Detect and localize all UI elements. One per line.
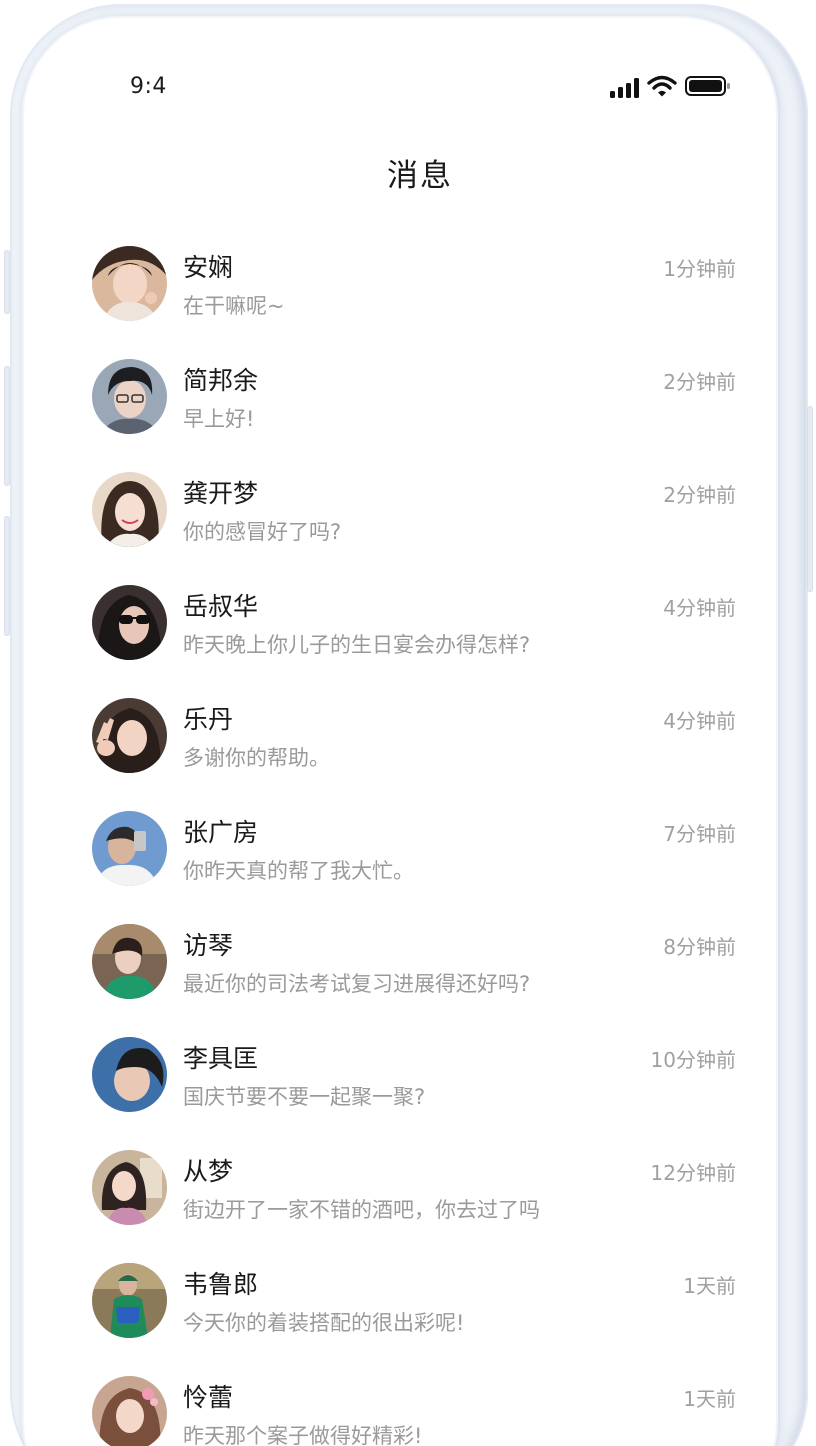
contact-name: 从梦 bbox=[183, 1157, 234, 1186]
contact-name: 龚开梦 bbox=[183, 479, 259, 508]
list-item[interactable]: 简邦余 早上好! 2分钟前 bbox=[58, 358, 782, 471]
list-item[interactable]: 怜蕾 昨天那个案子做得好精彩! 1天前 bbox=[58, 1375, 782, 1446]
list-item[interactable]: 韦鲁郎 今天你的着装搭配的很出彩呢! 1天前 bbox=[58, 1262, 782, 1375]
list-item[interactable]: 访琴 最近你的司法考试复习进展得还好吗? 8分钟前 bbox=[58, 923, 782, 1036]
list-item[interactable]: 龚开梦 你的感冒好了吗? 2分钟前 bbox=[58, 471, 782, 584]
message-time: 12分钟前 bbox=[650, 1161, 736, 1185]
app-screen: 9:4 消息 安娴 在干嘛呢~ 1分钟前 简邦余 早上好! 2分钟前 龚开梦 你… bbox=[0, 0, 816, 1446]
contact-name: 李具匡 bbox=[183, 1044, 259, 1073]
message-preview: 国庆节要不要一起聚一聚? bbox=[183, 1085, 426, 1109]
list-item[interactable]: 从梦 街边开了一家不错的酒吧，你去过了吗 12分钟前 bbox=[58, 1149, 782, 1262]
contact-name: 乐丹 bbox=[183, 705, 234, 734]
message-preview: 街边开了一家不错的酒吧，你去过了吗 bbox=[183, 1198, 540, 1222]
wifi-icon bbox=[647, 75, 677, 101]
message-time: 2分钟前 bbox=[663, 483, 736, 507]
screen: 9:4 消息 安娴 在干嘛呢~ 1分钟前 简邦余 早上好! 2分钟前 龚开梦 你… bbox=[58, 34, 782, 1446]
contact-name: 岳叔华 bbox=[183, 592, 259, 621]
page-title: 消息 bbox=[387, 158, 453, 194]
avatar[interactable] bbox=[92, 246, 167, 321]
list-item[interactable]: 乐丹 多谢你的帮助。 4分钟前 bbox=[58, 697, 782, 810]
status-icons bbox=[610, 75, 731, 101]
message-preview: 今天你的着装搭配的很出彩呢! bbox=[183, 1311, 465, 1335]
message-preview: 早上好! bbox=[183, 407, 255, 431]
message-list[interactable]: 安娴 在干嘛呢~ 1分钟前 简邦余 早上好! 2分钟前 龚开梦 你的感冒好了吗?… bbox=[58, 245, 782, 1446]
list-item[interactable]: 李具匡 国庆节要不要一起聚一聚? 10分钟前 bbox=[58, 1036, 782, 1149]
contact-name: 安娴 bbox=[183, 253, 234, 282]
list-item[interactable]: 岳叔华 昨天晚上你儿子的生日宴会办得怎样? 4分钟前 bbox=[58, 584, 782, 697]
phone-side-button bbox=[4, 250, 10, 314]
contact-name: 张广房 bbox=[183, 818, 259, 847]
message-time: 7分钟前 bbox=[663, 822, 736, 846]
avatar[interactable] bbox=[92, 698, 167, 773]
contact-name: 怜蕾 bbox=[183, 1383, 234, 1412]
phone-side-button bbox=[4, 366, 10, 486]
message-time: 8分钟前 bbox=[663, 935, 736, 959]
message-preview: 昨天晚上你儿子的生日宴会办得怎样? bbox=[183, 633, 531, 657]
avatar[interactable] bbox=[92, 1263, 167, 1338]
avatar[interactable] bbox=[92, 359, 167, 434]
avatar[interactable] bbox=[92, 585, 167, 660]
message-time: 1天前 bbox=[683, 1387, 736, 1411]
message-preview: 昨天那个案子做得好精彩! bbox=[183, 1424, 423, 1446]
message-preview: 你昨天真的帮了我大忙。 bbox=[183, 859, 414, 883]
avatar[interactable] bbox=[92, 924, 167, 999]
message-time: 1天前 bbox=[683, 1274, 736, 1298]
avatar[interactable] bbox=[92, 1037, 167, 1112]
avatar[interactable] bbox=[92, 1150, 167, 1225]
contact-name: 简邦余 bbox=[183, 366, 259, 395]
battery-icon bbox=[685, 75, 731, 101]
message-time: 4分钟前 bbox=[663, 596, 736, 620]
status-time: 9:4 bbox=[130, 74, 167, 99]
signal-icon bbox=[610, 78, 639, 98]
phone-side-button bbox=[807, 406, 813, 592]
message-time: 10分钟前 bbox=[650, 1048, 736, 1072]
contact-name: 韦鲁郎 bbox=[183, 1270, 259, 1299]
message-preview: 你的感冒好了吗? bbox=[183, 520, 342, 544]
message-time: 1分钟前 bbox=[663, 257, 736, 281]
list-item[interactable]: 安娴 在干嘛呢~ 1分钟前 bbox=[58, 245, 782, 358]
list-item[interactable]: 张广房 你昨天真的帮了我大忙。 7分钟前 bbox=[58, 810, 782, 923]
avatar[interactable] bbox=[92, 472, 167, 547]
message-preview: 最近你的司法考试复习进展得还好吗? bbox=[183, 972, 531, 996]
message-preview: 多谢你的帮助。 bbox=[183, 746, 330, 770]
avatar[interactable] bbox=[92, 1376, 167, 1446]
contact-name: 访琴 bbox=[183, 931, 234, 960]
message-preview: 在干嘛呢~ bbox=[183, 294, 285, 318]
message-time: 2分钟前 bbox=[663, 370, 736, 394]
phone-side-button bbox=[4, 516, 10, 636]
message-time: 4分钟前 bbox=[663, 709, 736, 733]
avatar[interactable] bbox=[92, 811, 167, 886]
